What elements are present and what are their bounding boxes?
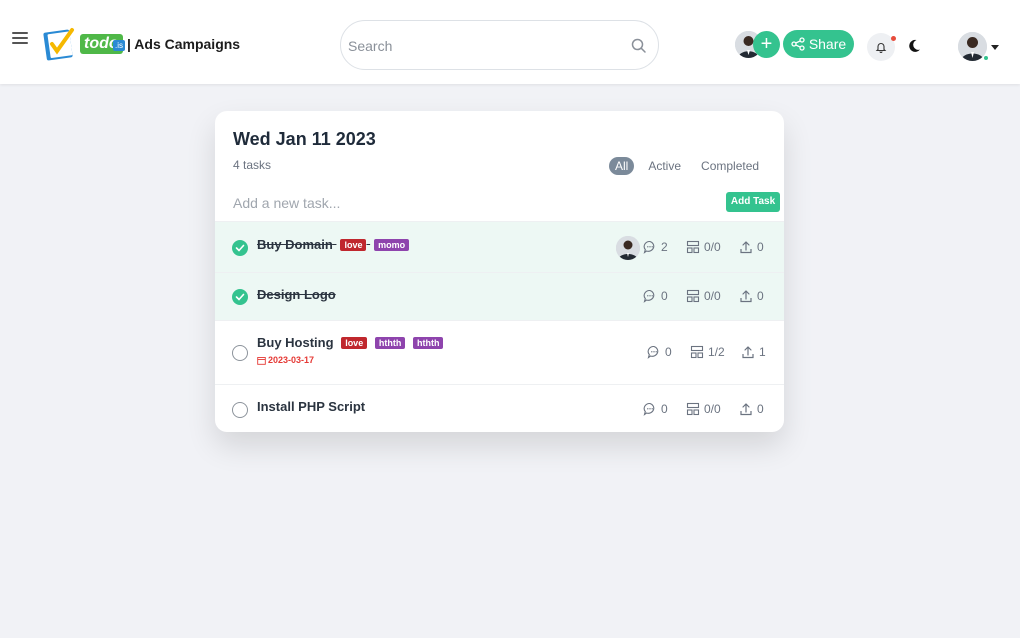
attachments-value: 0 — [757, 402, 764, 416]
comments-value: 0 — [661, 402, 668, 416]
task-filters: All Active Completed — [609, 157, 765, 175]
comments-count[interactable]: 0 — [647, 345, 672, 359]
subtask-icon — [686, 402, 700, 416]
task-checkbox[interactable] — [232, 402, 248, 418]
attachments-count[interactable]: 0 — [739, 289, 764, 303]
share-label: Share — [808, 36, 847, 52]
task-title[interactable]: Design Logo — [257, 287, 336, 302]
task-row[interactable]: Install PHP Script 0 0/0 0 — [215, 384, 784, 432]
search-box — [340, 20, 659, 70]
task-card: Wed Jan 11 2023 4 tasks All Active Compl… — [215, 111, 784, 432]
subtask-icon — [686, 289, 700, 303]
subtasks-count[interactable]: 0/0 — [686, 402, 721, 416]
add-member-button[interactable]: + — [753, 31, 780, 58]
share-icon — [791, 37, 805, 51]
task-row[interactable]: Buy Hosting love hthth hthth 2023-03-17 … — [215, 320, 784, 384]
hamburger-icon[interactable] — [12, 30, 28, 46]
online-status-dot — [983, 55, 989, 61]
due-date[interactable]: 2023-03-17 — [257, 355, 314, 365]
attachments-value: 0 — [757, 240, 764, 254]
calendar-icon — [257, 356, 266, 365]
attachments-value: 1 — [759, 345, 766, 359]
task-tag: momo — [374, 239, 410, 251]
project-title: | Ads Campaigns — [127, 36, 241, 52]
subtasks-count[interactable]: 0/0 — [686, 240, 721, 254]
attachments-value: 0 — [757, 289, 764, 303]
bell-icon — [875, 43, 887, 53]
new-task-input[interactable] — [233, 193, 713, 213]
task-count: 4 tasks — [233, 158, 272, 172]
search-icon[interactable] — [630, 37, 648, 55]
comment-icon — [643, 289, 655, 303]
subtasks-value: 0/0 — [704, 289, 721, 303]
subtasks-count[interactable]: 1/2 — [690, 345, 725, 359]
card-date: Wed Jan 11 2023 — [233, 129, 376, 149]
filter-completed[interactable]: Completed — [695, 157, 765, 175]
attachment-icon — [742, 346, 754, 359]
subtasks-count[interactable]: 0/0 — [686, 289, 721, 303]
share-button[interactable]: Share — [783, 30, 854, 58]
task-title[interactable]: Install PHP Script — [257, 399, 365, 414]
task-tag: hthth — [374, 337, 406, 349]
subtask-icon — [686, 240, 700, 254]
add-task-button[interactable]: Add Task — [726, 192, 780, 212]
task-checkbox[interactable] — [232, 345, 248, 361]
logo-icon — [43, 28, 74, 61]
attachment-icon — [740, 241, 752, 254]
search-input[interactable] — [348, 35, 618, 57]
subtasks-value: 0/0 — [704, 240, 721, 254]
task-title-text: Install PHP Script — [257, 399, 366, 414]
task-title-text: Buy Hosting — [257, 335, 334, 350]
task-row[interactable]: Buy Domain love momo 2 0/0 0 — [215, 221, 784, 272]
attachments-count[interactable]: 0 — [739, 402, 764, 416]
moon-icon[interactable] — [905, 37, 923, 55]
check-icon — [235, 244, 245, 252]
attachments-count[interactable]: 1 — [741, 345, 766, 359]
logo-suffix: .is — [113, 40, 125, 51]
due-date-text: 2023-03-17 — [268, 355, 315, 365]
attachments-count[interactable]: 0 — [739, 240, 764, 254]
comments-value: 0 — [661, 289, 668, 303]
assignee-avatar[interactable] — [616, 236, 640, 260]
filter-all[interactable]: All — [609, 157, 635, 175]
notification-dot — [891, 36, 896, 41]
task-title-text: Buy Domain — [257, 237, 333, 252]
comments-value: 0 — [665, 345, 672, 359]
task-row[interactable]: Design Logo 0 0/0 0 — [215, 272, 784, 320]
task-checkbox[interactable] — [232, 289, 248, 305]
task-title[interactable]: Buy Domain love momo — [257, 237, 410, 252]
subtask-icon — [690, 345, 704, 359]
subtasks-value: 1/2 — [708, 345, 725, 359]
check-icon — [235, 293, 245, 301]
subtasks-value: 0/0 — [704, 402, 721, 416]
comments-value: 2 — [661, 240, 668, 254]
task-tag: love — [341, 337, 368, 349]
attachment-icon — [740, 403, 752, 416]
task-title-text: Design Logo — [257, 287, 336, 302]
chevron-down-icon[interactable] — [991, 45, 999, 50]
attachment-icon — [740, 290, 752, 303]
comment-icon — [647, 345, 659, 359]
top-bar: todo .is | Ads Campaigns + Share — [0, 0, 1020, 84]
comments-count[interactable]: 0 — [643, 402, 668, 416]
task-checkbox[interactable] — [232, 240, 248, 256]
task-title[interactable]: Buy Hosting love hthth hthth — [257, 335, 444, 350]
task-tag: hthth — [412, 337, 444, 349]
comment-icon — [643, 402, 655, 416]
comments-count[interactable]: 2 — [643, 240, 668, 254]
comments-count[interactable]: 0 — [643, 289, 668, 303]
task-tag: love — [340, 239, 367, 251]
comment-icon — [643, 240, 655, 254]
filter-active[interactable]: Active — [642, 157, 687, 175]
